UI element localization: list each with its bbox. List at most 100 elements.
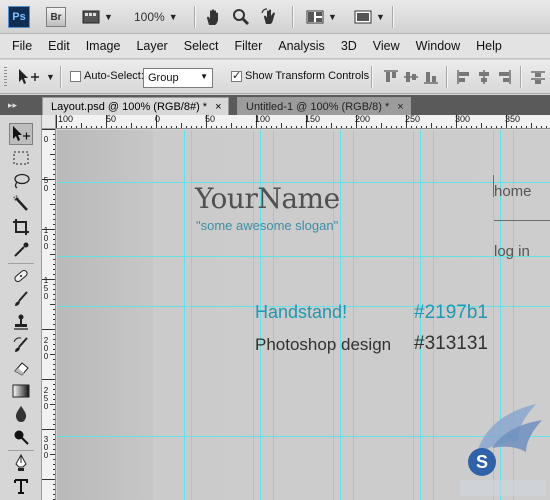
align-bottom-icon[interactable]: [423, 69, 439, 85]
ruler-label: 100: [58, 115, 74, 124]
ruler-label: 5: [43, 284, 49, 293]
menu-view[interactable]: View: [365, 39, 408, 53]
tool-pen[interactable]: [9, 452, 33, 474]
tool-lasso[interactable]: [9, 170, 33, 192]
move-tool-icon: [19, 69, 39, 84]
menu-select[interactable]: Select: [176, 39, 227, 53]
tool-blur[interactable]: [9, 403, 33, 425]
guide-vertical[interactable]: [353, 130, 354, 500]
ruler-label: 5: [43, 176, 49, 185]
toolbox: [0, 115, 42, 500]
close-icon[interactable]: ×: [215, 101, 221, 113]
vertical-ruler[interactable]: 0 5 0 1 0 0 1 5 0 2 0 0 2 5 0 3 0 0: [42, 129, 56, 500]
tool-healing-brush[interactable]: [9, 265, 33, 287]
photoshop-logo: Ps: [8, 6, 30, 28]
chevron-down-icon: ▼: [104, 12, 113, 22]
nav-divider: [494, 220, 550, 221]
zoom-level-dropdown[interactable]: 100% ▼: [134, 7, 178, 27]
tool-history-brush[interactable]: [9, 334, 33, 356]
ruler-label: 2: [43, 386, 49, 395]
tool-eraser[interactable]: [9, 357, 33, 379]
view-extras-button[interactable]: ▼: [82, 7, 113, 27]
tool-brush[interactable]: [9, 288, 33, 310]
type-icon: [14, 479, 28, 494]
ruler-label: 50: [205, 115, 216, 124]
menu-3d[interactable]: 3D: [333, 39, 365, 53]
marquee-icon: [13, 151, 29, 165]
screen-mode-button[interactable]: ▼: [354, 7, 385, 27]
clone-stamp-icon: [14, 314, 28, 330]
tool-eyedropper[interactable]: [9, 239, 33, 261]
svg-text:S: S: [476, 452, 488, 472]
layout-nav-home: home: [494, 183, 532, 200]
menu-layer[interactable]: Layer: [128, 39, 175, 53]
ruler-label: 200: [355, 115, 371, 124]
tool-preset-picker[interactable]: [16, 68, 42, 89]
menu-image[interactable]: Image: [78, 39, 129, 53]
brush-icon: [15, 291, 28, 306]
zoom-icon: [233, 9, 250, 26]
align-hcenter-icon[interactable]: [476, 69, 492, 85]
layout-slogan-text: "some awesome slogan": [196, 218, 339, 233]
divider: [60, 66, 61, 88]
dodge-icon: [14, 430, 29, 445]
rotate-view-button[interactable]: [260, 7, 280, 27]
show-transform-label: Show Transform Controls: [245, 70, 370, 82]
menu-filter[interactable]: Filter: [226, 39, 270, 53]
distribute-top-icon[interactable]: [530, 69, 546, 85]
tool-dodge[interactable]: [9, 426, 33, 448]
guide-horizontal[interactable]: [57, 256, 550, 257]
ruler-label: 0: [43, 242, 49, 251]
auto-select-checkbox[interactable]: [70, 71, 81, 82]
arrange-documents-button[interactable]: ▼: [306, 7, 337, 27]
align-top-icon[interactable]: [383, 69, 399, 85]
menu-analysis[interactable]: Analysis: [270, 39, 333, 53]
close-icon[interactable]: ×: [397, 101, 403, 113]
menu-edit[interactable]: Edit: [40, 39, 78, 53]
ruler-label: 0: [43, 443, 49, 452]
rotate-icon: [261, 8, 275, 24]
auto-select-label: Auto-Select:: [84, 70, 144, 82]
ruler-label: 0: [43, 234, 49, 243]
divider: [194, 6, 195, 28]
zoom-level-value: 100%: [134, 10, 165, 24]
ruler-origin[interactable]: [42, 115, 56, 129]
guide-vertical[interactable]: [184, 130, 185, 500]
tool-gradient[interactable]: [9, 380, 33, 402]
menu-help[interactable]: Help: [468, 39, 510, 53]
tool-clone-stamp[interactable]: [9, 311, 33, 333]
tab-label: Layout.psd @ 100% (RGB/8#) *: [51, 100, 208, 113]
auto-select-dropdown[interactable]: Group ▼: [143, 68, 213, 88]
menu-file[interactable]: File: [0, 39, 40, 53]
tool-type[interactable]: [9, 475, 33, 497]
show-transform-checkbox[interactable]: [231, 69, 242, 82]
tab-layout-psd[interactable]: Layout.psd @ 100% (RGB/8#) * ×: [42, 97, 229, 115]
zoom-tool-button[interactable]: [232, 7, 250, 27]
ruler-label: 0: [155, 115, 161, 124]
collapse-panel-icon[interactable]: ▸▸: [8, 100, 17, 111]
screen-mode-icon: [354, 10, 372, 24]
tool-crop[interactable]: [9, 216, 33, 238]
align-right-icon[interactable]: [496, 69, 512, 85]
quick-selection-icon: [13, 195, 28, 211]
hand-tool-button[interactable]: [204, 7, 222, 27]
horizontal-ruler[interactable]: 100 50 0 50 100 150 200 250 300 350: [56, 115, 550, 129]
ruler-label: 100: [255, 115, 271, 124]
ruler-label: 300: [455, 115, 471, 124]
tool-marquee[interactable]: [9, 147, 33, 169]
options-bar-grip[interactable]: [4, 67, 7, 87]
tab-untitled-1[interactable]: Untitled-1 @ 100% (RGB/8) * ×: [237, 97, 411, 115]
crop-icon: [13, 219, 29, 235]
align-vcenter-icon[interactable]: [403, 69, 419, 85]
tab-label: Untitled-1 @ 100% (RGB/8) *: [246, 100, 390, 113]
bridge-button[interactable]: Br: [46, 7, 66, 27]
tool-move[interactable]: [9, 123, 33, 145]
menu-window[interactable]: Window: [408, 39, 468, 53]
layout-logo-text: YourName: [195, 182, 340, 215]
layout-nav-login: log in: [494, 243, 530, 260]
tool-quick-selection[interactable]: [9, 193, 33, 215]
align-left-icon[interactable]: [456, 69, 472, 85]
guide-vertical[interactable]: [191, 130, 192, 500]
ruler-label: 50: [106, 115, 117, 124]
divider: [8, 450, 34, 451]
